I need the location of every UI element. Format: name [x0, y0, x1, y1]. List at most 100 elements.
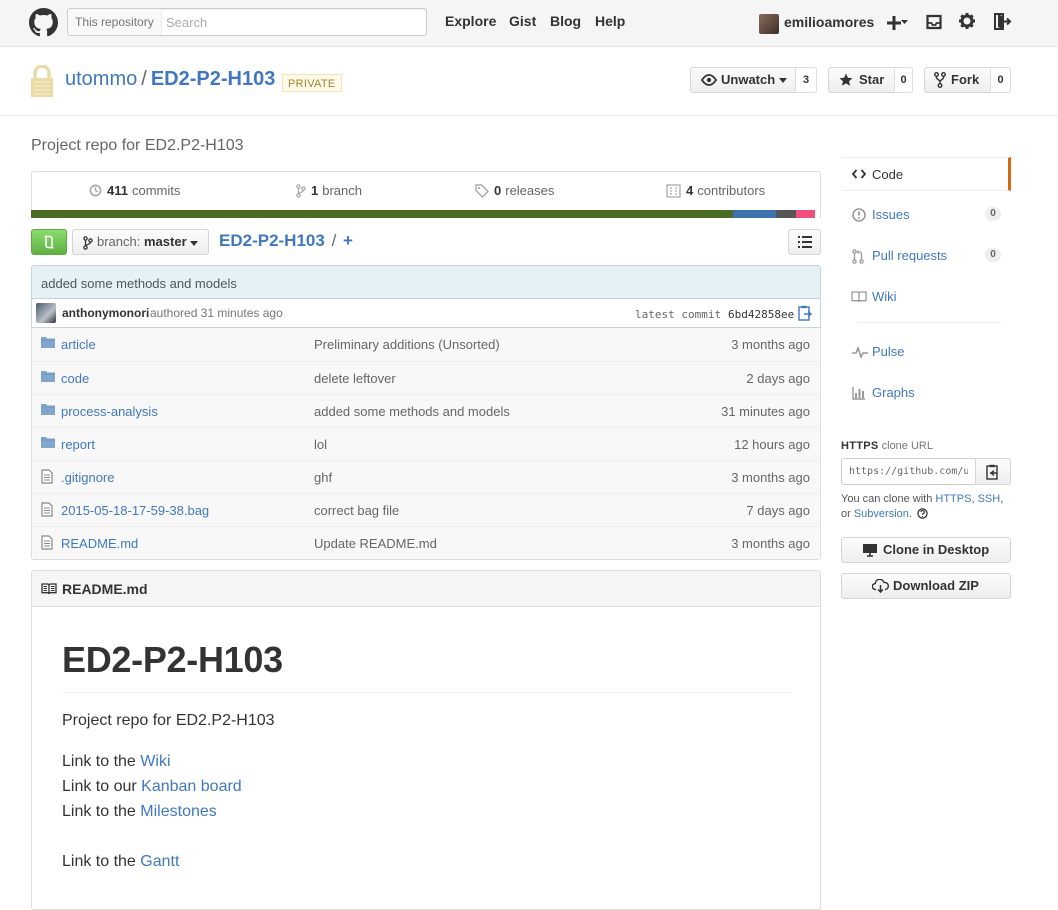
readme-milestones-link[interactable]: Milestones — [140, 803, 216, 820]
unwatch-button[interactable]: Unwatch — [690, 67, 796, 93]
file-row[interactable]: report lol 12 hours ago — [32, 427, 820, 460]
commit-message[interactable]: added some methods and models — [32, 266, 820, 299]
sidebar-item-label: Graphs — [872, 385, 915, 400]
clone-url-heading: HTTPS clone URL — [841, 440, 933, 452]
clone-subversion-link[interactable]: Subversion — [854, 508, 909, 520]
file-row[interactable]: article Preliminary additions (Unsorted) 3… — [32, 328, 820, 361]
fork-button[interactable]: Fork — [924, 67, 991, 93]
file-row[interactable]: .gitignore ghf 3 months ago — [32, 460, 820, 493]
star-button[interactable]: Star — [828, 67, 895, 93]
latest-commit-label: latest commit — [635, 308, 722, 321]
file-commit-message-link[interactable]: added some methods and models — [314, 404, 510, 419]
releases-summary[interactable]: 0 releases — [475, 183, 554, 198]
sign-out-icon[interactable] — [994, 13, 1012, 30]
nav-blog-link[interactable]: Blog — [550, 13, 581, 29]
readme-gantt-link[interactable]: Gantt — [140, 853, 179, 870]
branches-summary[interactable]: 1 branch — [296, 183, 362, 198]
readme-line-wiki: Link to the Wiki — [62, 753, 171, 771]
download-zip-button[interactable]: Download ZIP — [841, 573, 1011, 599]
language-bar[interactable] — [31, 210, 821, 218]
readme-kanban-link[interactable]: Kanban board — [141, 778, 242, 795]
create-new-icon[interactable] — [886, 14, 910, 32]
search-scope-label: This repository — [68, 9, 162, 35]
pull-requests-count-badge: 0 — [985, 248, 1001, 262]
file-commit-message-link[interactable]: Preliminary additions (Unsorted) — [314, 337, 500, 352]
commits-summary[interactable]: 411 commits — [89, 183, 180, 198]
history-icon — [89, 184, 102, 197]
clone-https-link[interactable]: HTTPS — [935, 493, 971, 505]
user-avatar[interactable] — [759, 14, 779, 34]
issue-opened-icon — [852, 208, 866, 222]
language-bar-segment — [732, 210, 776, 218]
file-text-icon — [41, 535, 53, 550]
sidebar-item-pulse[interactable]: Pulse — [842, 335, 1011, 369]
github-logo-icon[interactable] — [29, 8, 58, 37]
commit-author-link[interactable]: anthonymonori — [62, 306, 149, 320]
file-row[interactable]: 2015-05-18-17-59-38.bag correct bag file 7… — [32, 493, 820, 526]
sidebar-item-pull-requests[interactable]: Pull requests 0 — [842, 239, 1011, 273]
file-name-link[interactable]: code — [61, 371, 89, 386]
sidebar-item-code[interactable]: Code — [842, 157, 1011, 191]
compare-button[interactable] — [31, 229, 67, 255]
readme-wiki-link[interactable]: Wiki — [140, 753, 170, 770]
sidebar-item-wiki[interactable]: Wiki — [842, 280, 1011, 314]
star-label: Star — [859, 72, 885, 87]
clippy-icon[interactable] — [798, 305, 812, 321]
folder-icon — [41, 336, 55, 348]
copy-clone-url-button[interactable] — [975, 458, 1011, 485]
nav-help-link[interactable]: Help — [595, 13, 625, 29]
file-name-link[interactable]: process-analysis — [61, 404, 158, 419]
question-icon[interactable] — [917, 508, 928, 519]
repo-title-separator: / — [141, 68, 147, 90]
file-name-link[interactable]: README.md — [61, 536, 138, 551]
file-name-link[interactable]: 2015-05-18-17-59-38.bag — [61, 503, 209, 518]
clone-url-input[interactable] — [842, 459, 975, 484]
watchers-count[interactable]: 3 — [795, 67, 817, 93]
gear-icon[interactable] — [959, 13, 975, 29]
file-row[interactable]: code delete leftover 2 days ago — [32, 361, 820, 394]
inbox-icon[interactable] — [926, 14, 942, 30]
file-commit-message-link[interactable]: Update README.md — [314, 536, 437, 551]
breadcrumb-repo-link[interactable]: ED2-P2-H103 — [219, 231, 325, 250]
search-input[interactable] — [164, 12, 414, 32]
file-row[interactable]: README.md Update README.md 3 months ago — [32, 526, 820, 559]
clone-protocol-label[interactable]: HTTPS — [841, 440, 879, 452]
nav-explore-link[interactable]: Explore — [445, 13, 496, 29]
clone-help-period: . — [908, 508, 912, 520]
file-commit-message-link[interactable]: correct bag file — [314, 503, 399, 518]
search-box[interactable]: This repository — [67, 8, 427, 36]
branch-select-button[interactable]: branch: master — [72, 229, 209, 255]
stargazers-count[interactable]: 0 — [894, 67, 913, 93]
repo-owner-link[interactable]: utommo — [65, 68, 137, 90]
nav-gist-link[interactable]: Gist — [509, 13, 536, 29]
sidebar-item-graphs[interactable]: Graphs — [842, 376, 1011, 410]
sidebar-item-issues[interactable]: Issues 0 — [842, 198, 1011, 232]
new-file-link[interactable]: + — [343, 231, 353, 250]
clone-url-label: clone URL — [881, 440, 933, 452]
clone-in-desktop-button[interactable]: Clone in Desktop — [841, 537, 1011, 563]
list-view-button[interactable] — [788, 229, 821, 255]
code-icon — [852, 169, 866, 179]
commit-sha-link[interactable]: 6bd42858ee — [728, 308, 794, 321]
fork-icon — [934, 72, 946, 88]
contributors-summary[interactable]: 4 contributors — [666, 183, 765, 198]
file-row[interactable]: process-analysis added some methods and m… — [32, 394, 820, 427]
clone-url-field[interactable] — [841, 458, 976, 485]
forks-count[interactable]: 0 — [990, 67, 1011, 93]
file-name-link[interactable]: report — [61, 437, 95, 452]
book-icon — [41, 583, 57, 595]
file-commit-message-link[interactable]: delete leftover — [314, 371, 396, 386]
file-commit-message-link[interactable]: lol — [314, 437, 327, 452]
breadcrumb: ED2-P2-H103 / + — [219, 231, 353, 251]
author-avatar[interactable] — [36, 303, 56, 323]
download-zip-label: Download ZIP — [893, 578, 979, 593]
commits-count: 411 — [107, 183, 128, 198]
file-name-link[interactable]: article — [61, 337, 96, 352]
commit-authored-text: authored 31 minutes ago — [150, 306, 283, 320]
folder-icon — [41, 370, 55, 382]
repo-name-link[interactable]: ED2-P2-H103 — [151, 68, 276, 90]
username-link[interactable]: emilioamores — [784, 14, 874, 30]
file-name-link[interactable]: .gitignore — [61, 470, 114, 485]
file-commit-message-link[interactable]: ghf — [314, 470, 332, 485]
clone-ssh-link[interactable]: SSH — [978, 493, 1001, 505]
